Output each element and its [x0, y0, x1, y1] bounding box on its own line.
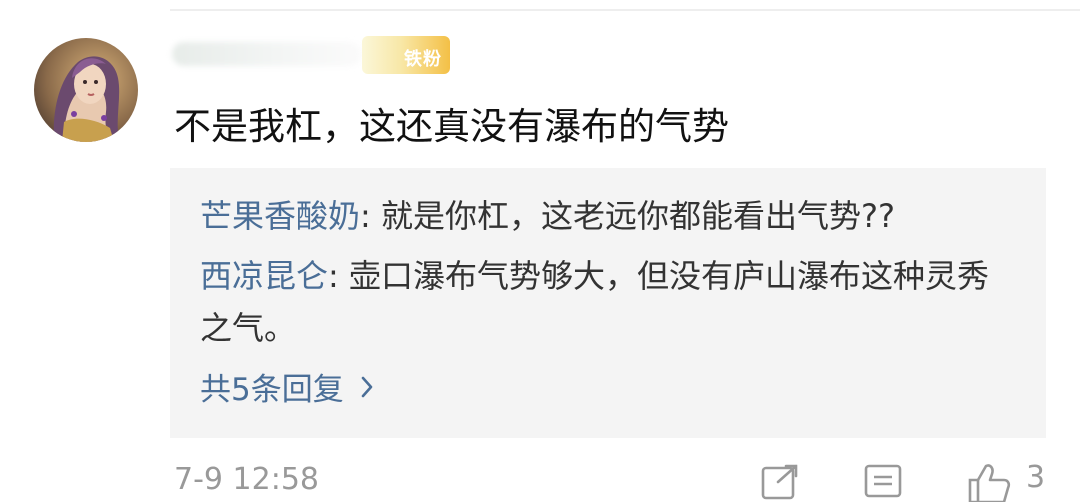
username-blurred[interactable]: [172, 42, 362, 66]
thumbs-up-icon[interactable]: [966, 462, 1012, 502]
avatar[interactable]: [34, 38, 138, 142]
reply-text: 就是你杠，这老远你都能看出气势??: [380, 197, 895, 235]
avatar-image: [34, 38, 138, 142]
reply-item[interactable]: 芒果香酸奶: 就是你杠，这老远你都能看出气势??: [200, 190, 1020, 242]
comment-icon[interactable]: [864, 462, 904, 502]
reply-separator: :: [360, 197, 381, 235]
chevron-right-icon: [361, 376, 373, 397]
reply-separator: :: [328, 257, 349, 295]
reply-item[interactable]: 西凉昆仑: 壶口瀑布气势够大，但没有庐山瀑布这种灵秀之气。: [200, 250, 1020, 354]
more-replies-label: 共5条回复: [200, 372, 344, 408]
fan-badge-label: 铁粉: [404, 49, 442, 70]
comment-text: 不是我杠，这还真没有瀑布的气势: [174, 105, 729, 148]
like-count: 3: [1026, 460, 1046, 495]
more-replies-link[interactable]: 共5条回复: [200, 364, 374, 409]
share-icon[interactable]: [760, 462, 800, 502]
reply-box[interactable]: 芒果香酸奶: 就是你杠，这老远你都能看出气势?? 西凉昆仑: 壶口瀑布气势够大，…: [170, 168, 1046, 438]
fan-badge: 铁粉: [362, 36, 450, 74]
reply-username[interactable]: 西凉昆仑: [200, 257, 328, 295]
reply-username[interactable]: 芒果香酸奶: [200, 197, 360, 235]
top-divider: [170, 9, 1080, 11]
comment-timestamp: 7-9 12:58: [174, 462, 319, 497]
